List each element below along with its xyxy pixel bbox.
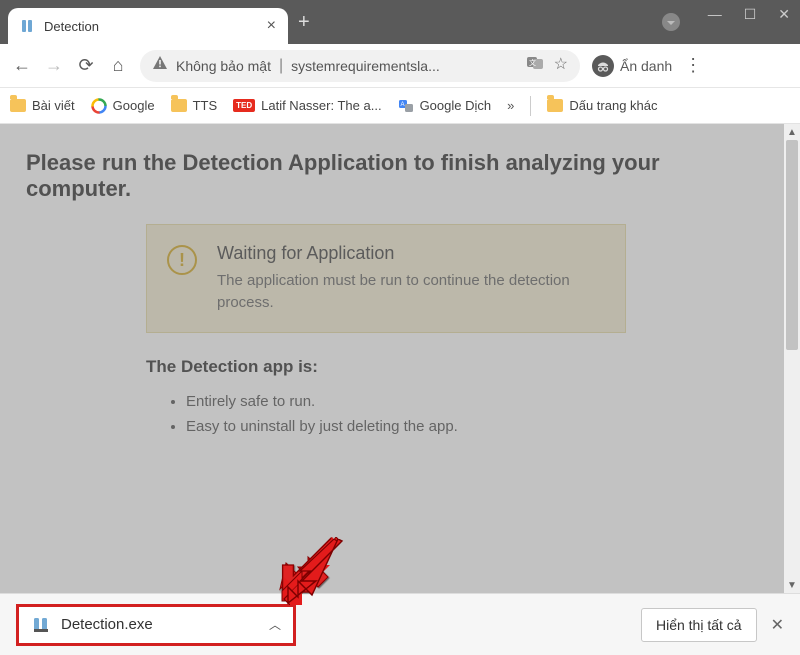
- bookmark-googledich[interactable]: A Google Dịch: [398, 98, 492, 114]
- bookmark-label: Dấu trang khác: [569, 98, 657, 113]
- bookmark-label: Bài viết: [32, 98, 75, 113]
- home-button[interactable]: ⌂: [108, 55, 128, 76]
- red-arrow-icon: [282, 539, 348, 605]
- incognito-icon: [592, 55, 614, 77]
- folder-icon: [171, 99, 187, 112]
- translate-bookmark-icon: A: [398, 98, 414, 114]
- security-label: Không bảo mật: [176, 58, 271, 74]
- incognito-label: Ẩn danh: [620, 58, 672, 74]
- bookmarks-separator: [530, 96, 531, 116]
- bookmark-label: TTS: [193, 98, 218, 113]
- bookmark-tts[interactable]: TTS: [171, 98, 218, 113]
- browser-tab[interactable]: Detection ×: [8, 8, 288, 44]
- chevron-up-icon[interactable]: ︿: [269, 616, 281, 633]
- titlebar: Detection × + — ☐ ✕: [0, 0, 800, 44]
- account-chevron-icon[interactable]: [662, 13, 680, 31]
- vertical-scrollbar[interactable]: ▲ ▼: [784, 124, 800, 593]
- omnibox-divider: |: [279, 57, 283, 75]
- bookmark-baiviet[interactable]: Bài viết: [10, 98, 75, 113]
- folder-icon: [10, 99, 26, 112]
- bookmarks-overflow-button[interactable]: »: [507, 98, 514, 113]
- bookmark-google[interactable]: Google: [91, 98, 155, 114]
- reload-button[interactable]: ⟳: [76, 55, 96, 76]
- scroll-down-arrow[interactable]: ▼: [784, 577, 800, 593]
- forward-button[interactable]: →: [44, 55, 64, 76]
- browser-menu-button[interactable]: ⋮: [684, 55, 702, 76]
- tab-close-icon[interactable]: ×: [267, 17, 276, 35]
- incognito-indicator[interactable]: Ẩn danh: [592, 55, 672, 77]
- bookmark-star-icon[interactable]: ☆: [554, 54, 568, 77]
- bookmark-label: Latif Nasser: The a...: [261, 98, 381, 113]
- content-area: Please run the Detection Application to …: [0, 124, 800, 655]
- scroll-up-arrow[interactable]: ▲: [784, 124, 800, 140]
- address-bar[interactable]: Không bảo mật | systemrequirementsla... …: [140, 50, 580, 82]
- favicon-detection: [20, 18, 36, 34]
- download-filename: Detection.exe: [61, 616, 153, 633]
- bookmark-label: Google: [113, 98, 155, 113]
- window-maximize-button[interactable]: ☐: [744, 6, 757, 23]
- new-tab-button[interactable]: +: [298, 11, 310, 34]
- scroll-thumb[interactable]: [786, 140, 798, 350]
- window-close-button[interactable]: ✕: [778, 6, 790, 23]
- download-item[interactable]: Detection.exe ︿: [16, 604, 296, 646]
- folder-icon: [547, 99, 563, 112]
- svg-text:A: A: [400, 102, 404, 108]
- window-controls: — ☐ ✕: [708, 6, 790, 23]
- url-text: systemrequirementsla...: [291, 58, 440, 74]
- ted-icon: TED: [233, 99, 255, 112]
- bookmark-other[interactable]: Dấu trang khác: [547, 98, 657, 113]
- bookmarks-bar: Bài viết Google TTS TED Latif Nasser: Th…: [0, 88, 800, 124]
- not-secure-icon: [152, 55, 168, 76]
- back-button[interactable]: ←: [12, 55, 32, 76]
- svg-text:文: 文: [529, 58, 536, 67]
- translate-icon[interactable]: 文: [526, 54, 544, 77]
- bookmark-ted[interactable]: TED Latif Nasser: The a...: [233, 98, 381, 113]
- browser-toolbar: ← → ⟳ ⌂ Không bảo mật | systemrequiremen…: [0, 44, 800, 88]
- download-bar: Detection.exe ︿ Hiển thị tất cả ✕: [0, 593, 800, 655]
- tab-title: Detection: [44, 19, 259, 34]
- bookmark-label: Google Dịch: [420, 98, 492, 113]
- window-minimize-button[interactable]: —: [708, 6, 722, 23]
- show-all-downloads-button[interactable]: Hiển thị tất cả: [641, 608, 757, 642]
- exe-file-icon: [31, 615, 51, 635]
- close-download-bar-button[interactable]: ✕: [771, 615, 784, 635]
- dim-overlay: [0, 124, 800, 655]
- google-icon: [91, 98, 107, 114]
